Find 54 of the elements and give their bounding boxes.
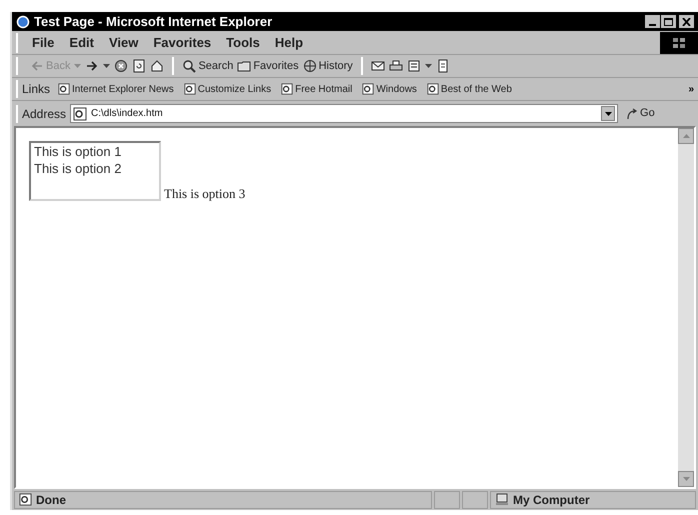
menu-item[interactable]: Edit bbox=[63, 32, 100, 52]
link[interactable]: Best of the Web bbox=[426, 82, 512, 96]
back-arrow-icon bbox=[30, 59, 44, 73]
window-title: Test Page - Microsoft Internet Explorer bbox=[34, 12, 272, 31]
page-icon bbox=[362, 83, 374, 95]
page-icon bbox=[73, 106, 88, 120]
note-button[interactable] bbox=[436, 59, 450, 73]
folder-icon bbox=[237, 59, 252, 73]
page-icon bbox=[426, 83, 439, 95]
status-text: Done bbox=[36, 492, 66, 508]
home-button[interactable] bbox=[150, 59, 164, 73]
menu-item[interactable]: Favorites bbox=[147, 32, 218, 52]
menu-item[interactable]: Help bbox=[268, 32, 310, 52]
browser-icon bbox=[16, 14, 30, 28]
close-button[interactable] bbox=[679, 15, 694, 28]
list-option[interactable]: This is option 1 bbox=[34, 143, 156, 160]
document-button[interactable] bbox=[406, 59, 421, 73]
more-links-chevron[interactable]: » bbox=[688, 82, 694, 96]
stop-button[interactable] bbox=[114, 59, 128, 73]
links-label: Links bbox=[22, 81, 50, 98]
menu-item[interactable]: View bbox=[102, 32, 144, 52]
maximize-button[interactable] bbox=[661, 15, 676, 28]
status-panel bbox=[462, 490, 488, 508]
minimize-button[interactable] bbox=[645, 15, 660, 28]
go-button[interactable]: Go bbox=[626, 105, 655, 122]
page-icon bbox=[58, 83, 70, 95]
address-label: Address bbox=[22, 106, 66, 122]
favorites-button[interactable]: Favorites bbox=[237, 58, 299, 74]
list-box[interactable]: This is option 1 This is option 2 bbox=[29, 141, 161, 201]
printer-button[interactable] bbox=[388, 59, 403, 73]
status-panel bbox=[434, 490, 460, 508]
menu-item[interactable]: Tools bbox=[220, 32, 266, 52]
page-icon bbox=[281, 83, 294, 95]
envelope-button[interactable] bbox=[370, 59, 385, 73]
refresh-button[interactable] bbox=[132, 59, 146, 73]
go-arrow-icon bbox=[626, 108, 638, 120]
menu-item[interactable]: File bbox=[26, 32, 60, 52]
list-option[interactable]: This is option 2 bbox=[34, 160, 156, 177]
link[interactable]: Free Hotmail bbox=[281, 82, 352, 96]
address-field[interactable]: C:\dls\index.htm bbox=[70, 104, 618, 123]
link[interactable]: Internet Explorer News bbox=[58, 82, 174, 96]
forward-arrow-button[interactable] bbox=[85, 59, 100, 73]
link[interactable]: Windows bbox=[362, 82, 417, 96]
history-button[interactable]: History bbox=[302, 58, 353, 74]
search-button[interactable]: Search bbox=[182, 58, 234, 74]
page-icon bbox=[19, 493, 32, 506]
zone-text: My Computer bbox=[513, 492, 590, 508]
globe-icon bbox=[302, 59, 317, 73]
link[interactable]: Customize Links bbox=[184, 82, 272, 96]
page-icon bbox=[184, 83, 196, 95]
computer-icon bbox=[495, 493, 509, 506]
option-text: This is option 3 bbox=[164, 184, 246, 203]
address-text: C:\dls\index.htm bbox=[91, 107, 163, 121]
search-icon bbox=[182, 59, 196, 73]
